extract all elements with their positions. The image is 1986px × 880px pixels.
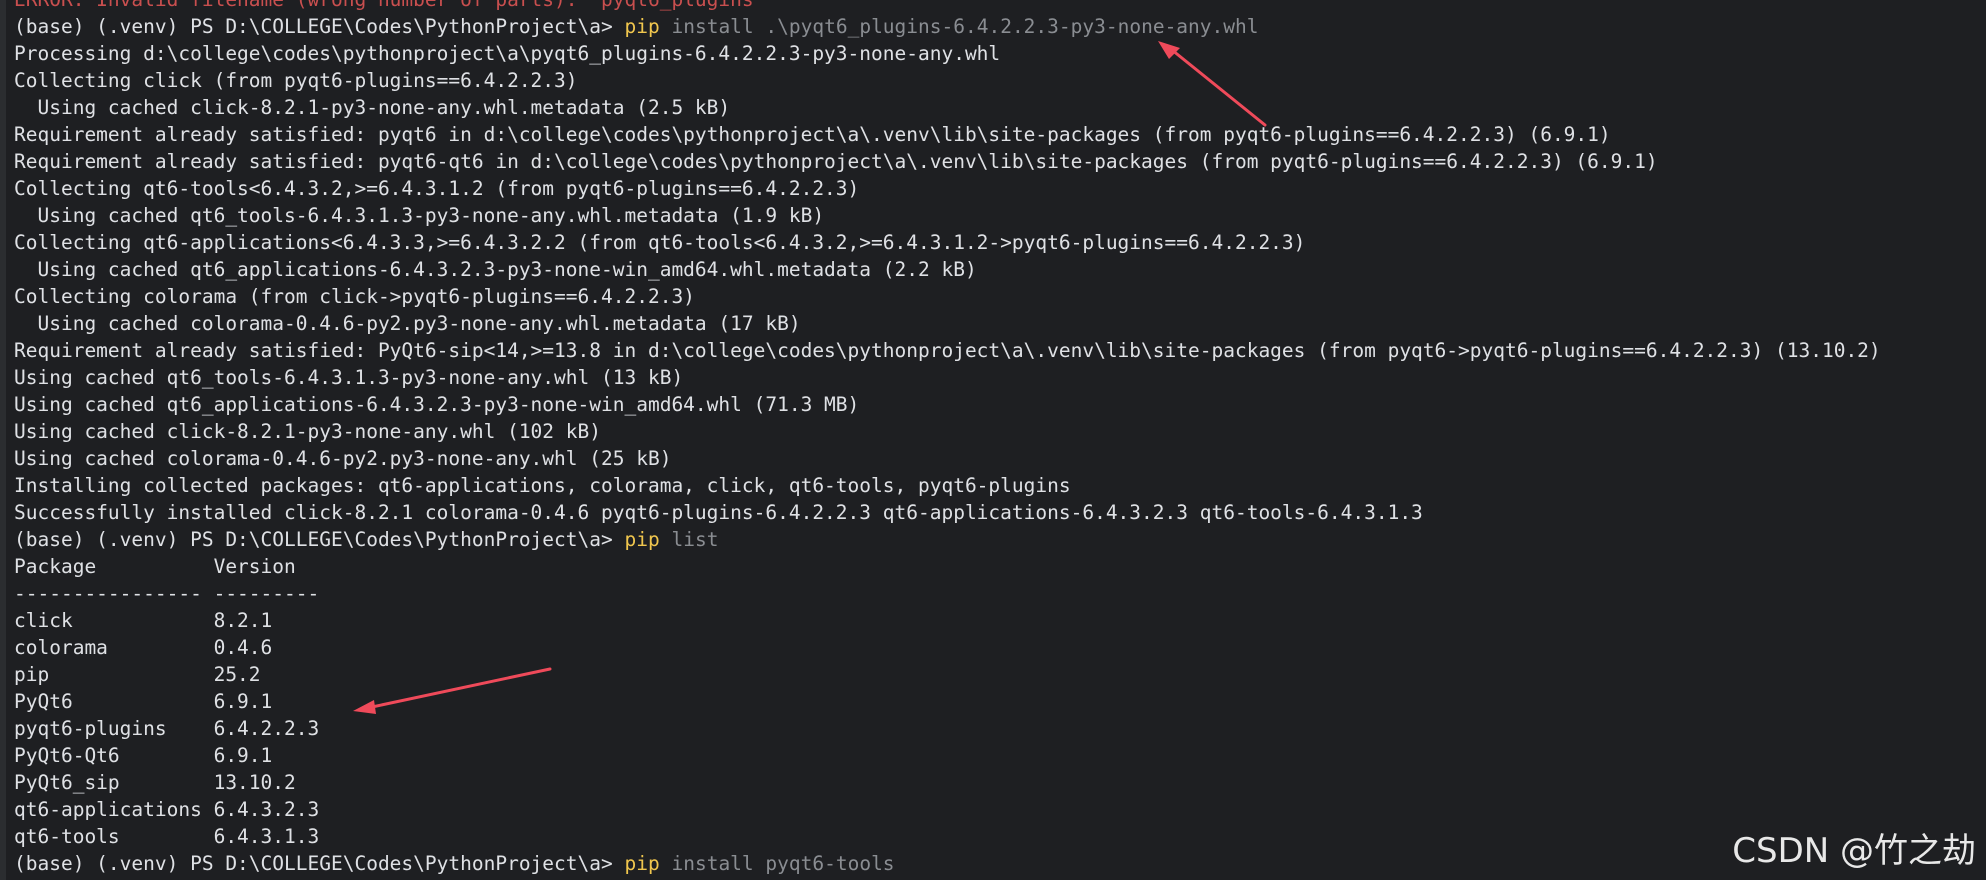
command-args: list (671, 528, 719, 551)
shell-prompt: (base) (.venv) PS D:\COLLEGE\Codes\Pytho… (14, 15, 613, 38)
pip-list-row: colorama 0.4.6 (14, 636, 273, 659)
output-line: Using cached qt6_tools-6.4.3.1.3-py3-non… (14, 204, 825, 227)
shell-prompt: (base) (.venv) PS D:\COLLEGE\Codes\Pytho… (14, 528, 613, 551)
pip-list-row: qt6-tools 6.4.3.1.3 (14, 825, 320, 848)
output-line: Using cached click-8.2.1-py3-none-any.wh… (14, 420, 601, 443)
output-line: Using cached click-8.2.1-py3-none-any.wh… (14, 96, 731, 119)
pip-list-row: click 8.2.1 (14, 609, 273, 632)
pip-list-row: PyQt6-Qt6 6.9.1 (14, 744, 273, 767)
output-line: Using cached qt6_applications-6.4.3.2.3-… (14, 258, 977, 281)
terminal-output[interactable]: ERROR: Invalid filename (wrong number of… (14, 0, 1986, 877)
pip-list-row: PyQt6_sip 13.10.2 (14, 771, 296, 794)
output-line: Collecting qt6-tools<6.4.3.2,>=6.4.3.1.2… (14, 177, 860, 200)
output-line: Requirement already satisfied: PyQt6-sip… (14, 339, 1881, 362)
output-line: Processing d:\college\codes\pythonprojec… (14, 42, 1001, 65)
terminal-gutter (0, 0, 6, 880)
watermark-text: CSDN @竹之劫 (1732, 831, 1976, 871)
output-line: Collecting colorama (from click->pyqt6-p… (14, 285, 695, 308)
output-line: Using cached colorama-0.4.6-py2.py3-none… (14, 312, 801, 335)
command-name: pip (624, 852, 660, 875)
pip-list-row: qt6-applications 6.4.3.2.3 (14, 798, 320, 821)
command-args: install .\pyqt6_plugins-6.4.2.2.3-py3-no… (671, 15, 1259, 38)
pip-list-row: pyqt6-plugins 6.4.2.2.3 (14, 717, 320, 740)
pip-list-row: pip 25.2 (14, 663, 261, 686)
command-name: pip (624, 15, 660, 38)
output-line: Requirement already satisfied: pyqt6-qt6… (14, 150, 1658, 173)
output-line: Requirement already satisfied: pyqt6 in … (14, 123, 1611, 146)
output-line: Using cached qt6_applications-6.4.3.2.3-… (14, 393, 860, 416)
pip-list-row: PyQt6 6.9.1 (14, 690, 273, 713)
command-args: install pyqt6-tools (671, 852, 895, 875)
terminal-panel[interactable]: ERROR: Invalid filename (wrong number of… (0, 0, 1986, 880)
error-line: ERROR: Invalid filename (wrong number of… (14, 0, 1986, 13)
command-line: (base) (.venv) PS D:\COLLEGE\Codes\Pytho… (14, 526, 1986, 553)
output-line: Collecting qt6-applications<6.4.3.3,>=6.… (14, 231, 1306, 254)
output-line: Using cached qt6_tools-6.4.3.1.3-py3-non… (14, 366, 684, 389)
command-name: pip (624, 528, 660, 551)
output-line: Collecting click (from pyqt6-plugins==6.… (14, 69, 578, 92)
command-line-current[interactable]: (base) (.venv) PS D:\COLLEGE\Codes\Pytho… (14, 850, 1986, 877)
output-line: Using cached colorama-0.4.6-py2.py3-none… (14, 447, 672, 470)
output-line: Successfully installed click-8.2.1 color… (14, 501, 1423, 524)
command-line: (base) (.venv) PS D:\COLLEGE\Codes\Pytho… (14, 13, 1986, 40)
pip-list-row: ---------------- --------- (14, 582, 320, 605)
pip-list-row: Package Version (14, 555, 296, 578)
shell-prompt: (base) (.venv) PS D:\COLLEGE\Codes\Pytho… (14, 852, 613, 875)
output-line: Installing collected packages: qt6-appli… (14, 474, 1071, 497)
